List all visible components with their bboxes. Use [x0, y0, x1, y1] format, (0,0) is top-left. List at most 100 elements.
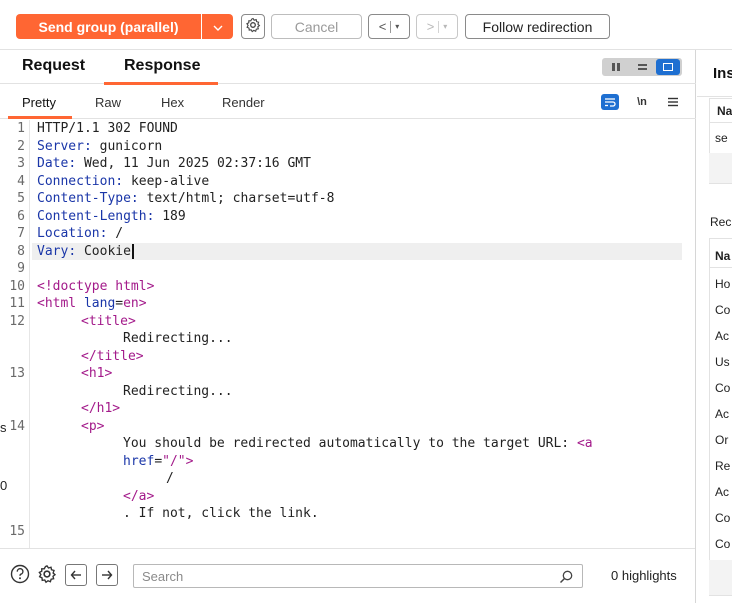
- code-line: 10 <!doctype html>: [0, 278, 690, 296]
- response-panel: Request Response Pretty Raw Hex Render \…: [0, 50, 696, 603]
- send-options-dropdown[interactable]: [202, 14, 233, 39]
- view-menu-button[interactable]: [664, 94, 682, 110]
- code-line: 2 Server: gunicorn: [0, 138, 690, 156]
- search-bar: 0 highlights: [0, 548, 695, 603]
- dropdown-icon: ▾: [395, 22, 400, 31]
- header-value: gunicorn: [99, 138, 163, 154]
- arrow-left-icon: [70, 568, 82, 583]
- view-tabs: Pretty Raw Hex Render \n: [0, 85, 696, 119]
- layout-stacked-button[interactable]: [630, 59, 654, 75]
- chevron-left-icon: <: [378, 19, 387, 34]
- tab-pretty[interactable]: Pretty: [22, 95, 56, 110]
- tab-request[interactable]: Request: [22, 57, 85, 75]
- table-cell[interactable]: se: [715, 131, 728, 145]
- table-footer: [709, 560, 732, 595]
- h1-text: Redirecting...: [123, 383, 233, 399]
- send-group-button[interactable]: Send group (parallel): [16, 14, 201, 39]
- search-settings-button[interactable]: [36, 564, 58, 586]
- line-number: 12: [9, 313, 25, 329]
- header-value: keep-alive: [130, 173, 210, 189]
- header-value: Wed, 11 Jun 2025 02:37:16 GMT: [83, 156, 311, 171]
- gear-icon: [245, 17, 261, 36]
- header-row[interactable]: Ac: [715, 485, 729, 499]
- inspector-title: Ins: [713, 65, 732, 82]
- show-newlines-toggle[interactable]: \n: [633, 94, 651, 110]
- code-line: 3 Date: Wed, 11 Jun 2025 02:37:16 GMT: [0, 155, 690, 173]
- header-row[interactable]: Co: [715, 381, 730, 395]
- header-name: Date: [37, 156, 69, 171]
- message-editor[interactable]: 1 HTTP/1.1 302 FOUND 2 Server: gunicorn 3D…: [0, 120, 695, 598]
- header-row[interactable]: Co: [715, 511, 730, 525]
- line-number: 2: [17, 138, 25, 154]
- word-wrap-icon: [604, 95, 616, 110]
- settings-button[interactable]: [241, 14, 265, 39]
- layout-tabs-button[interactable]: [656, 59, 680, 75]
- code-line: 5 Content-Type: text/html; charset=utf-8: [0, 190, 690, 208]
- html-tag: <html: [37, 296, 77, 311]
- divider: [709, 122, 732, 123]
- header-row[interactable]: Ac: [715, 407, 729, 421]
- code-line: 9: [0, 260, 690, 278]
- text-cursor: [131, 243, 134, 259]
- line-number: 3: [17, 156, 25, 171]
- header-name: Content-Length: [37, 208, 147, 224]
- newline-icon: \n: [637, 96, 647, 108]
- highlight-count: 0 highlights: [611, 568, 677, 583]
- section-label: Rec: [710, 215, 732, 229]
- line-number: 6: [17, 208, 25, 224]
- rows-icon: [637, 64, 647, 70]
- line-number: 8: [17, 243, 25, 259]
- table-footer: [709, 153, 732, 183]
- follow-redirection-button[interactable]: Follow redirection: [465, 14, 610, 39]
- href-attribute: href: [123, 453, 155, 469]
- history-back-button[interactable]: < ▾: [368, 14, 410, 39]
- tab-raw[interactable]: Raw: [95, 95, 121, 110]
- code-line: 15: [0, 523, 690, 541]
- help-icon: [10, 564, 30, 587]
- header-row[interactable]: Us: [715, 355, 730, 369]
- title-open-tag: <title>: [81, 313, 136, 329]
- send-group-label: Send group (parallel): [38, 18, 179, 35]
- header-row[interactable]: Ho: [715, 277, 730, 291]
- next-match-button[interactable]: [96, 564, 118, 586]
- search-icon[interactable]: [558, 569, 574, 585]
- columns-icon: [612, 63, 620, 71]
- tab-response[interactable]: Response: [124, 57, 200, 75]
- header-value: 189: [162, 208, 186, 224]
- help-button[interactable]: [9, 564, 31, 586]
- cancel-button[interactable]: Cancel: [271, 14, 362, 39]
- href-value: "/": [162, 453, 186, 469]
- line-number: 13: [9, 366, 25, 381]
- single-pane-icon: [663, 63, 673, 71]
- previous-match-button[interactable]: [65, 564, 87, 586]
- header-row[interactable]: Co: [715, 537, 730, 551]
- header-row[interactable]: Re: [715, 459, 730, 473]
- layout-side-by-side-button[interactable]: [604, 59, 628, 75]
- tab-hex[interactable]: Hex: [161, 95, 184, 110]
- header-row[interactable]: Or: [715, 433, 728, 447]
- word-wrap-toggle[interactable]: [601, 94, 619, 110]
- anchor-close-tag: </a>: [123, 488, 155, 504]
- chevron-down-icon: [213, 19, 223, 34]
- code-line: 12 <title>: [0, 313, 690, 331]
- clipped-text-fragment: s: [0, 420, 7, 435]
- code-line: . If not, click the link.: [0, 505, 690, 523]
- search-field: [133, 564, 583, 588]
- header-name: Vary: [37, 243, 69, 259]
- header-name: Connection: [37, 173, 116, 189]
- history-forward-button[interactable]: > ▾: [416, 14, 458, 39]
- search-input[interactable]: [142, 568, 542, 585]
- anchor-open-tag: <a: [576, 436, 593, 451]
- header-name: Content-Type: [37, 191, 131, 206]
- h1-close-tag: </h1>: [81, 401, 121, 416]
- code-line: 13 <h1>: [0, 365, 690, 383]
- status-line: HTTP/1.1 302 FOUND: [37, 121, 178, 136]
- header-row[interactable]: Ac: [715, 329, 729, 343]
- code-line: 4 Connection: keep-alive: [0, 173, 690, 191]
- tab-render[interactable]: Render: [222, 95, 265, 110]
- table-header-name: Na: [715, 249, 731, 263]
- layout-toggle-group: [602, 58, 682, 76]
- header-row[interactable]: Co: [715, 303, 730, 317]
- code-line: Redirecting...: [0, 330, 690, 348]
- line-number: 1: [17, 121, 25, 136]
